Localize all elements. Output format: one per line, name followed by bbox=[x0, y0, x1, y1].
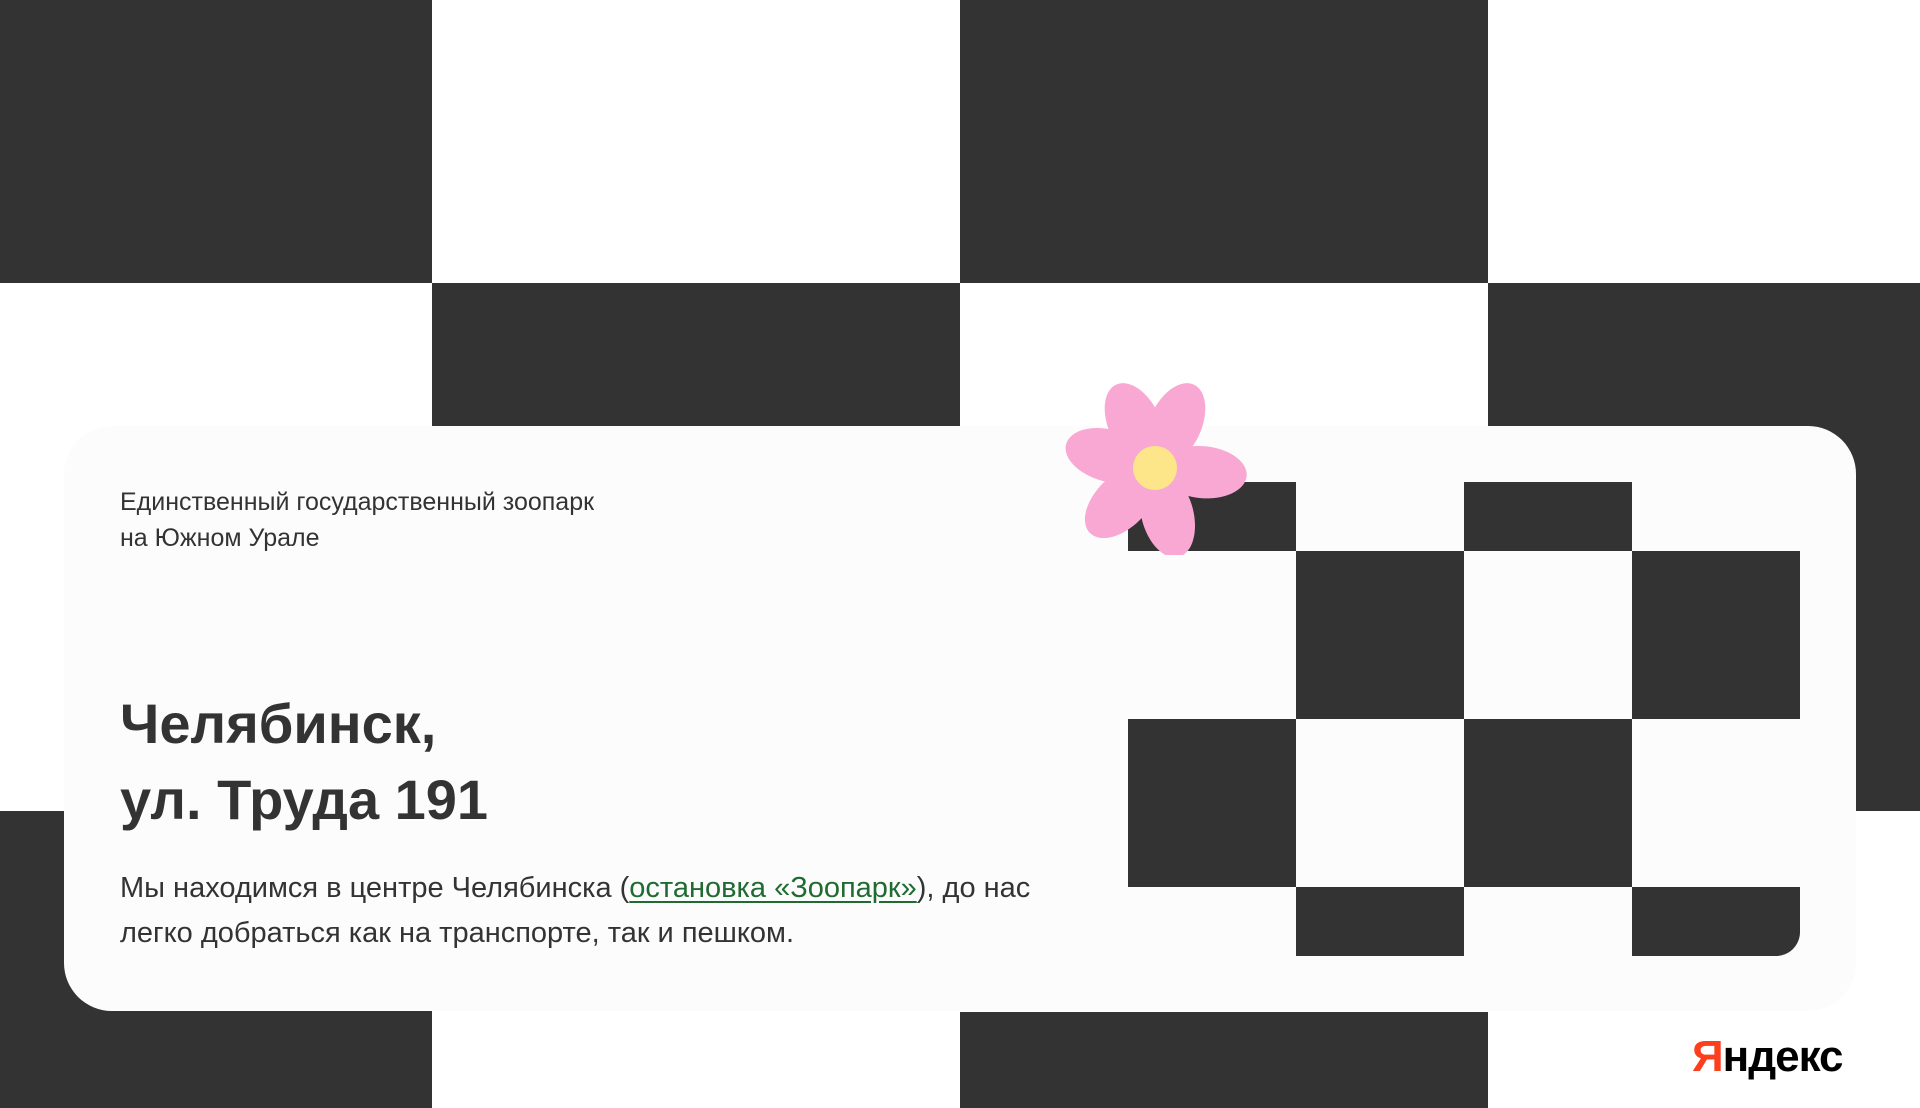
yandex-logo[interactable]: Яндекс bbox=[1692, 1030, 1844, 1084]
address-city: Челябинск, bbox=[120, 692, 437, 755]
pattern-square bbox=[1464, 482, 1632, 551]
background-square bbox=[960, 1012, 1488, 1108]
pattern-square bbox=[1296, 887, 1464, 956]
pattern-square bbox=[1632, 551, 1800, 719]
pattern-square bbox=[1464, 719, 1632, 887]
logo-first-letter: Я bbox=[1692, 1032, 1724, 1081]
logo-rest: ндекс bbox=[1722, 1032, 1844, 1081]
pattern-square bbox=[1632, 887, 1800, 956]
card-description: Мы находимся в центре Челябинска (остано… bbox=[120, 866, 1100, 956]
address-street: ул. Труда 191 bbox=[120, 768, 489, 831]
description-text-start: Мы находимся в центре Челябинска ( bbox=[120, 872, 630, 904]
pattern-square bbox=[1128, 719, 1296, 887]
bus-stop-link[interactable]: остановка «Зоопарк» bbox=[629, 872, 916, 904]
background-square bbox=[0, 0, 432, 283]
page: Единственный государственный зоопарк на … bbox=[0, 0, 1920, 1108]
address-heading: Челябинск, ул. Труда 191 bbox=[120, 686, 920, 838]
background-square bbox=[960, 0, 1488, 283]
card-subtitle: Единственный государственный зоопарк на … bbox=[120, 488, 595, 552]
pattern-square bbox=[1296, 551, 1464, 719]
flower-icon bbox=[1065, 383, 1247, 555]
